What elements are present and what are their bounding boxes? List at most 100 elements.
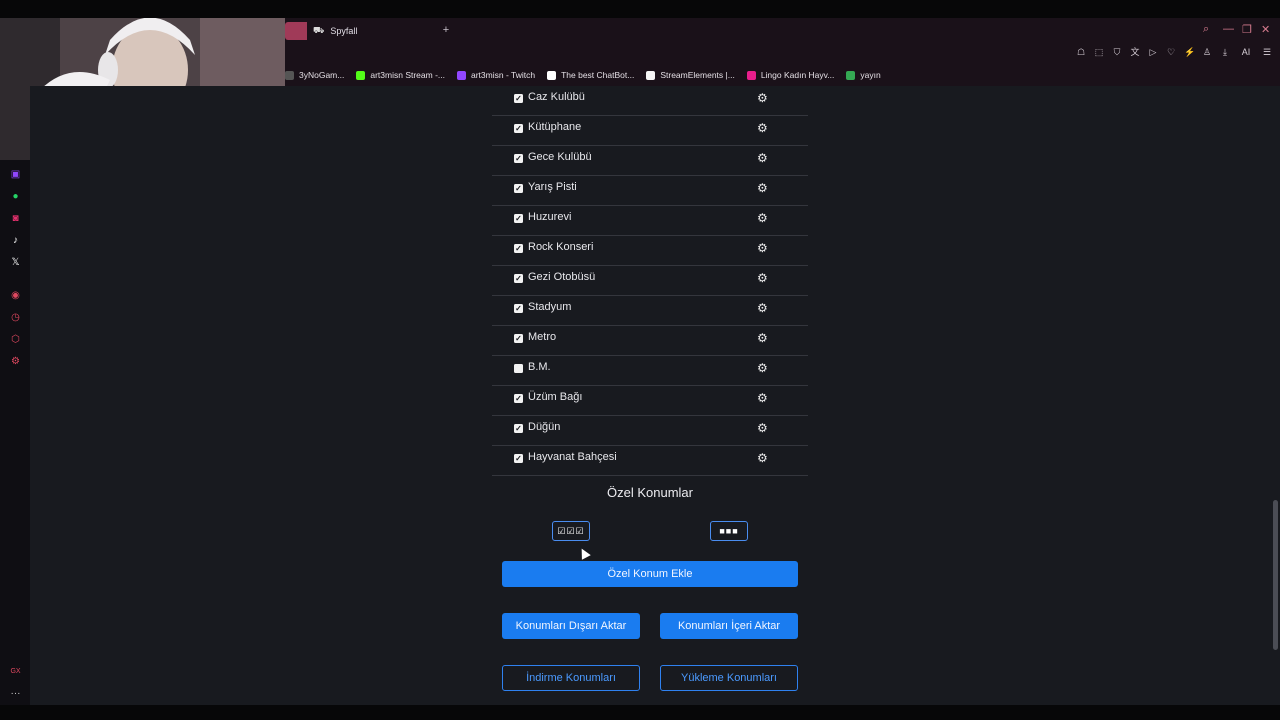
bookmark-item[interactable]: art3misn Stream -... (356, 70, 445, 80)
more-icon[interactable]: ··· (9, 687, 22, 700)
shield-icon[interactable]: ⛉ (1112, 47, 1122, 57)
location-checkbox-checked[interactable]: ✓ (514, 154, 523, 163)
settings-icon[interactable]: ⚙ (9, 355, 22, 368)
bookmark-favicon-icon (646, 70, 656, 80)
bookmark-item[interactable]: The best ChatBot... (547, 70, 634, 80)
location-checkbox-checked[interactable]: ✓ (514, 304, 523, 313)
player-icon[interactable]: ◉ (9, 289, 22, 302)
bookmark-label: art3misn Stream -... (370, 70, 445, 80)
location-row: ✓ Huzurevi ⚙ (492, 206, 808, 236)
search-tabs-icon[interactable]: ⌕ (1203, 23, 1209, 36)
extensions-icon[interactable]: ⬡ (9, 333, 22, 346)
location-list: ✓ Caz Kulübü ⚙ ✓ Kütüphane ⚙ ✓ Gece Kulübü ⚙ ✓ Yar… (492, 86, 808, 476)
bookmark-item[interactable]: yayın (846, 70, 881, 80)
location-row: ✓ Hayvanat Bahçesi ⚙ (492, 446, 808, 476)
bookmark-favicon-icon (457, 70, 466, 80)
whatsapp-icon[interactable]: ● (9, 190, 22, 203)
extension-feather-icon[interactable]: ⚡ (1184, 47, 1195, 57)
location-name: Hayvanat Bahçesi (528, 451, 617, 463)
location-name: Caz Kulübü (528, 91, 585, 103)
translate-icon[interactable]: 文 (1130, 47, 1140, 57)
minimize-icon[interactable]: — (1223, 23, 1234, 35)
bookmark-item[interactable]: art3misn - Twitch (457, 70, 535, 80)
os-top-strip (0, 0, 1280, 18)
location-row: ✓ Rock Konseri ⚙ (492, 236, 808, 266)
tiktok-icon[interactable]: ♪ (9, 234, 22, 247)
location-row: ✓ Gece Kulübü ⚙ (492, 146, 808, 176)
gear-icon[interactable]: ⚙ (757, 301, 768, 315)
gear-icon[interactable]: ⚙ (757, 271, 768, 285)
snapshot-icon[interactable]: ⬚ (1094, 47, 1104, 57)
spyfall-page: ✓ Caz Kulübü ⚙ ✓ Kütüphane ⚙ ✓ Gece Kulübü ⚙ ✓ Yar… (30, 86, 1272, 705)
previous-tab[interactable] (285, 22, 307, 40)
ai-icon[interactable]: AI (1238, 47, 1254, 57)
heart-icon[interactable]: ♡ (1166, 47, 1176, 57)
bookmark-favicon-icon (285, 70, 294, 80)
location-name: Düğün (528, 421, 561, 433)
gear-icon[interactable]: ⚙ (757, 91, 768, 105)
location-name: Stadyum (528, 301, 572, 313)
bookmark-label: Lingo Kadın Hayv... (760, 70, 835, 80)
twitch-icon[interactable]: ▣ (9, 168, 22, 181)
location-row: ✓ Üzüm Bağı ⚙ (492, 386, 808, 416)
location-checkbox-checked[interactable]: ✓ (514, 424, 523, 433)
bookmark-item[interactable]: StreamElements |... (646, 70, 735, 80)
history-icon[interactable]: ◷ (9, 311, 22, 324)
bookmark-item[interactable]: Lingo Kadın Hayv... (746, 70, 835, 80)
export-locations-button[interactable]: Konumları Dışarı Aktar (502, 613, 640, 639)
new-tab-button[interactable]: + (440, 24, 452, 36)
x-icon[interactable]: 𝕏 (9, 256, 22, 269)
upload-locations-button[interactable]: Yükleme Konumları (660, 665, 798, 691)
bookmark-icon[interactable]: ☖ (1076, 47, 1086, 57)
gear-icon[interactable]: ⚙ (757, 151, 768, 165)
deselect-all-button[interactable]: ■■■ (710, 521, 748, 541)
location-checkbox-checked[interactable]: ✓ (514, 274, 523, 283)
gx-icon[interactable]: GX (9, 665, 22, 678)
play-icon[interactable]: ▷ (1148, 47, 1158, 57)
instagram-icon[interactable]: ◙ (9, 212, 22, 225)
location-checkbox-checked[interactable]: ✓ (514, 214, 523, 223)
bookmark-item[interactable]: 3yNoGam... (285, 70, 344, 80)
gear-icon[interactable]: ⚙ (757, 361, 768, 375)
bookmark-label: The best ChatBot... (561, 70, 635, 80)
location-checkbox-checked[interactable]: ✓ (514, 454, 523, 463)
location-checkbox-checked[interactable]: ✓ (514, 394, 523, 403)
bookmark-label: art3misn - Twitch (471, 70, 536, 80)
bookmark-favicon-icon (846, 70, 856, 80)
gear-icon[interactable]: ⚙ (757, 181, 768, 195)
gear-icon[interactable]: ⚙ (757, 241, 768, 255)
gear-icon[interactable]: ⚙ (757, 211, 768, 225)
profile-icon[interactable]: ♙ (1202, 47, 1212, 57)
gear-icon[interactable]: ⚙ (757, 331, 768, 345)
location-checkbox-checked[interactable]: ✓ (514, 124, 523, 133)
location-checkbox-unchecked[interactable] (514, 364, 523, 373)
menu-icon[interactable]: ☰ (1262, 47, 1272, 57)
location-name: Gezi Otobüsü (528, 271, 596, 283)
bookmark-label: 3yNoGam... (299, 70, 345, 80)
location-checkbox-checked[interactable]: ✓ (514, 334, 523, 343)
location-checkbox-checked[interactable]: ✓ (514, 244, 523, 253)
gear-icon[interactable]: ⚙ (757, 391, 768, 405)
location-checkbox-checked[interactable]: ✓ (514, 94, 523, 103)
download-icon[interactable]: ⤓ (1220, 47, 1230, 57)
location-row: ✓ Metro ⚙ (492, 326, 808, 356)
scrollbar-thumb[interactable] (1273, 500, 1278, 650)
location-name: Yarış Pisti (528, 181, 577, 193)
gear-icon[interactable]: ⚙ (757, 421, 768, 435)
gear-icon[interactable]: ⚙ (757, 121, 768, 135)
import-locations-button[interactable]: Konumları İçeri Aktar (660, 613, 798, 639)
location-row: ✓ Caz Kulübü ⚙ (492, 86, 808, 116)
gear-icon[interactable]: ⚙ (757, 451, 768, 465)
location-row: ✓ Gezi Otobüsü ⚙ (492, 266, 808, 296)
close-icon[interactable]: ✕ (1261, 23, 1270, 36)
add-custom-location-button[interactable]: Özel Konum Ekle (502, 561, 798, 587)
download-locations-button[interactable]: İndirme Konumları (502, 665, 640, 691)
select-all-button[interactable]: ☑☑☑ (552, 521, 590, 541)
location-row: ✓ Yarış Pisti ⚙ (492, 176, 808, 206)
location-checkbox-checked[interactable]: ✓ (514, 184, 523, 193)
maximize-icon[interactable]: ❐ (1242, 23, 1252, 36)
location-name: Üzüm Bağı (528, 391, 583, 403)
os-bottom-strip (0, 705, 1280, 720)
browser-sidebar: ▣ ● ◙ ♪ 𝕏 ◉ ◷ ⬡ ⚙ GX ··· (0, 160, 30, 705)
location-name: B.M. (528, 361, 551, 373)
